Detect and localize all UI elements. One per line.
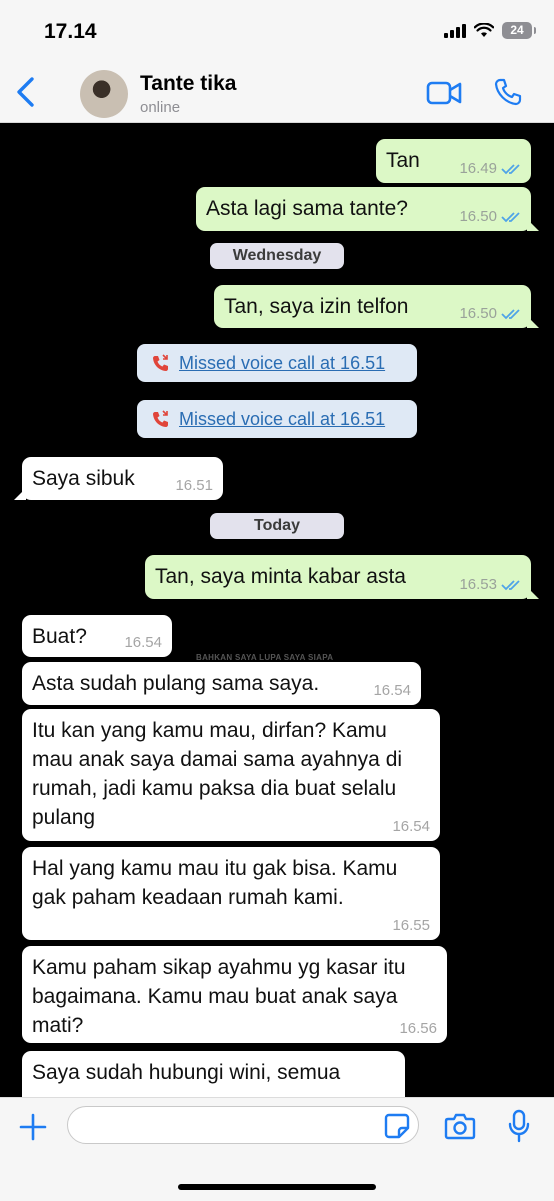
phone-call-icon[interactable] [494, 78, 522, 106]
message-incoming[interactable]: Saya sibuk 16.51 [14, 457, 223, 500]
missed-call-notice[interactable]: Missed voice call at 16.51 [137, 344, 417, 382]
video-call-icon[interactable] [426, 80, 462, 106]
wifi-icon [474, 23, 494, 37]
message-outgoing[interactable]: Asta lagi sama tante? 16.50 [196, 187, 539, 231]
status-icons: 24 [444, 22, 536, 39]
chat-header: Tante tika online [0, 62, 554, 123]
message-meta: 16.50 [459, 208, 521, 226]
read-ticks-icon [501, 309, 520, 320]
message-text: Buat? [32, 625, 87, 648]
missed-call-label: Missed voice call at 16.51 [179, 352, 386, 373]
message-time: 16.54 [392, 818, 430, 835]
message-incoming[interactable]: Kamu paham sikap ayahmu yg kasar itu bag… [22, 946, 447, 1043]
message-time: 16.55 [392, 917, 430, 934]
message-time: 16.56 [399, 1020, 437, 1037]
message-incoming[interactable]: Buat? 16.54 [22, 615, 172, 657]
message-outgoing[interactable]: Tan, saya minta kabar asta 16.53 [145, 555, 539, 599]
microphone-icon[interactable] [508, 1109, 530, 1143]
message-meta: 16.55 [392, 917, 430, 935]
message-time: 16.54 [373, 682, 411, 699]
message-time: 16.51 [175, 477, 213, 494]
message-time: 16.50 [459, 305, 497, 322]
message-input[interactable] [67, 1106, 419, 1144]
missed-call-label: Missed voice call at 16.51 [179, 408, 386, 429]
message-meta: 16.54 [124, 634, 162, 652]
date-divider: Wednesday [210, 243, 344, 269]
read-ticks-icon [501, 212, 520, 223]
message-text: Tan, saya minta kabar asta [155, 565, 406, 588]
overlay-caption: BAHKAN SAYA LUPA SAYA SIAPA [196, 653, 334, 662]
status-time: 17.14 [44, 20, 97, 43]
camera-icon[interactable] [444, 1112, 476, 1140]
contact-name[interactable]: Tante tika [140, 72, 236, 96]
message-outgoing[interactable]: Tan, saya izin telfon 16.50 [214, 285, 539, 328]
message-incoming[interactable]: Hal yang kamu mau itu gak bisa. Kamu gak… [22, 847, 440, 940]
message-text: Hal yang kamu mau itu gak bisa. Kamu gak… [32, 857, 398, 909]
message-text: Asta sudah pulang sama saya. [32, 672, 320, 695]
message-text: Kamu paham sikap ayahmu yg kasar itu bag… [32, 956, 406, 1037]
signal-icon [444, 23, 466, 38]
missed-call-notice[interactable]: Missed voice call at 16.51 [137, 400, 417, 438]
message-outgoing[interactable]: Tan 16.49 [376, 139, 531, 183]
message-text: Itu kan yang kamu mau, dirfan? Kamu mau … [32, 719, 403, 829]
read-ticks-icon [501, 164, 520, 175]
message-meta: 16.54 [373, 682, 411, 700]
date-divider: Today [210, 513, 344, 539]
contact-status: online [140, 99, 181, 116]
status-bar: 17.14 24 [0, 0, 554, 62]
message-meta: 16.54 [392, 818, 430, 836]
home-indicator [178, 1184, 376, 1190]
avatar[interactable] [80, 70, 128, 118]
message-time: 16.49 [459, 160, 497, 177]
message-text: Tan, saya izin telfon [224, 295, 409, 318]
message-meta: 16.49 [459, 160, 521, 178]
message-incoming[interactable]: Saya sudah hubungi wini, semua [22, 1051, 405, 1097]
message-text: Saya sudah hubungi wini, semua [32, 1061, 341, 1084]
message-incoming[interactable]: Itu kan yang kamu mau, dirfan? Kamu mau … [22, 709, 440, 841]
battery-icon: 24 [502, 22, 536, 39]
plus-icon[interactable] [18, 1112, 48, 1142]
message-meta: 16.56 [399, 1020, 437, 1038]
message-incoming[interactable]: Asta sudah pulang sama saya. 16.54 [22, 662, 421, 705]
chat-area[interactable]: Tan 16.49 Asta lagi sama tante? 16.50 We… [0, 123, 554, 1097]
message-meta: 16.53 [459, 576, 521, 594]
message-time: 16.54 [124, 634, 162, 651]
message-text: Tan [386, 149, 420, 172]
message-meta: 16.51 [175, 477, 213, 495]
message-text: Asta lagi sama tante? [206, 197, 408, 220]
missed-call-icon [153, 354, 168, 371]
message-text: Saya sibuk [32, 467, 135, 490]
back-icon[interactable] [14, 76, 38, 108]
message-time: 16.53 [459, 576, 497, 593]
message-meta: 16.50 [459, 305, 521, 323]
read-ticks-icon [501, 580, 520, 591]
missed-call-icon [153, 410, 168, 427]
message-time: 16.50 [459, 208, 497, 225]
sticker-icon[interactable] [384, 1113, 410, 1139]
